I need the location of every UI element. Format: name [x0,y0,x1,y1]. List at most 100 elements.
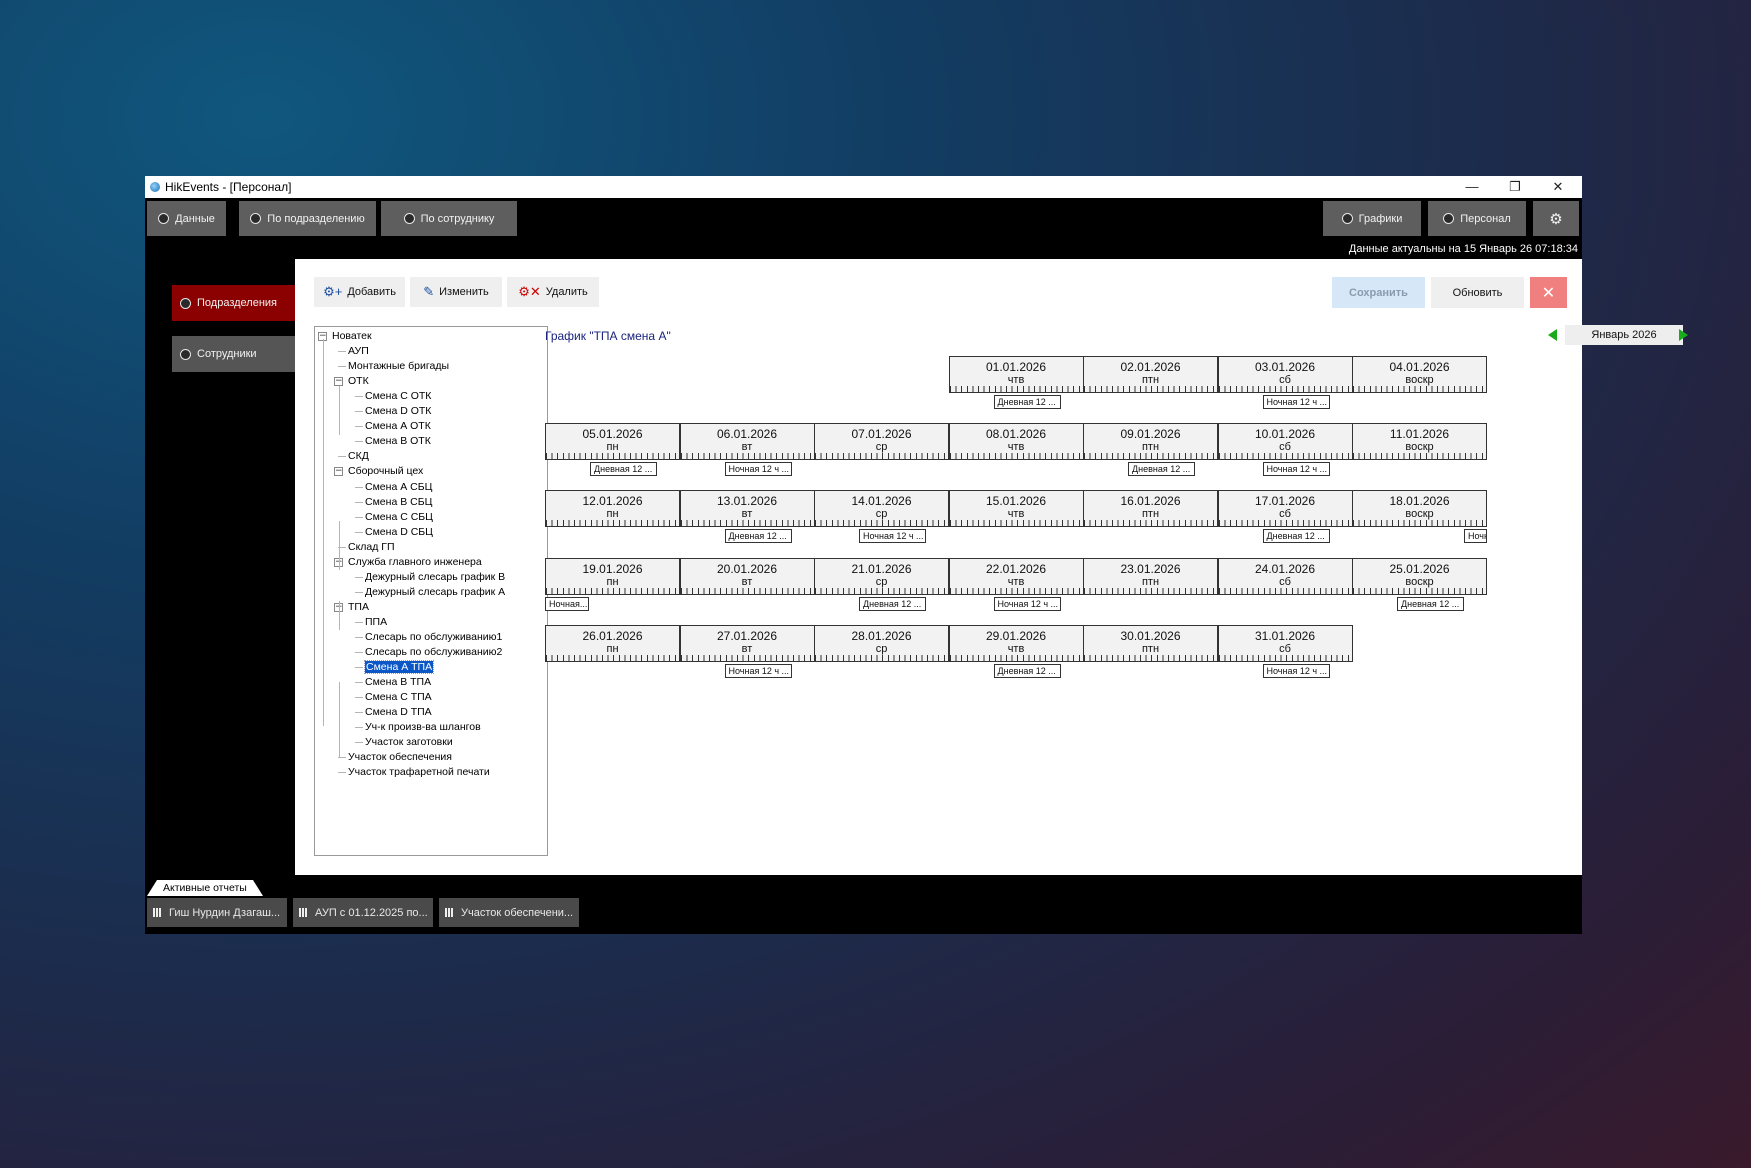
tree-item[interactable]: Смена В ОТК [365,434,431,449]
tree-item[interactable]: Монтажные бригады [348,359,449,374]
settings-button[interactable]: ⚙ [1533,201,1579,236]
day-shift-block[interactable]: Дневная 12 ... [724,529,792,544]
day-cell[interactable]: 27.01.2026 вт [679,624,815,662]
nav-schedules-button[interactable]: Графики [1323,201,1421,236]
day-cell[interactable]: 06.01.2026 вт [679,423,815,461]
tree-item[interactable]: Дежурный слесарь график В [365,570,505,585]
tree-item[interactable]: Смена D ОТК [365,404,431,419]
day-shift-block[interactable]: Дневная 12 ... [993,395,1061,409]
day-cell[interactable]: 21.01.2026 ср [814,557,949,595]
night-shift-block[interactable]: Ночная 12 ч ... [1262,395,1330,409]
add-button[interactable]: ⚙+ Добавить [314,277,405,307]
tree-item[interactable]: ТПА [348,600,369,615]
tree-item[interactable]: Смена С ОТК [365,389,431,404]
day-cell[interactable]: 09.01.2026 птн [1083,423,1218,461]
save-button[interactable]: Сохранить [1332,277,1425,308]
tree-item[interactable]: Смена А ОТК [365,419,431,434]
night-shift-block[interactable]: Ночная 12 ч ... [1262,663,1330,678]
tree-item[interactable]: АУП [348,344,369,359]
prev-month-icon[interactable] [1548,329,1557,341]
tree-item[interactable]: Уч-к произв-ва шлангов [365,720,481,735]
tree-item[interactable]: Служба главного инженера [348,555,482,570]
tree-item[interactable]: Новатек [332,329,372,344]
tree-item[interactable]: Смена А ТПА [363,660,435,675]
report-item[interactable]: АУП с 01.12.2025 по... [293,898,433,927]
tree-item[interactable]: Дежурный слесарь график А [365,585,505,600]
minimize-button[interactable]: — [1450,176,1494,198]
day-cell[interactable]: 16.01.2026 птн [1083,490,1218,528]
day-cell[interactable]: 02.01.2026 птн [1083,356,1218,393]
tree-item[interactable]: Смена А СБЦ [365,480,432,495]
day-cell[interactable]: 28.01.2026 ср [814,624,949,662]
night-shift-block[interactable]: Ночная... [545,596,589,611]
tree-item[interactable]: Смена В ТПА [365,675,431,690]
day-cell[interactable]: 14.01.2026 ср [814,490,949,528]
day-cell[interactable]: 25.01.2026 воскр [1352,557,1487,595]
tree-item[interactable]: Смена С ТПА [365,690,432,705]
day-cell[interactable]: 13.01.2026 вт [679,490,815,528]
tree-item[interactable]: Смена С СБЦ [365,510,433,525]
day-cell[interactable]: 05.01.2026 пн [545,423,680,461]
nav-personnel-button[interactable]: Персонал [1428,201,1526,236]
tree-item[interactable]: ППА [365,615,387,630]
day-shift-block[interactable]: Дневная 12 ... [859,596,926,611]
tree-item[interactable]: Слесарь по обслуживанию2 [365,645,502,660]
active-reports-tab[interactable]: Активные отчеты [147,880,263,896]
day-cell[interactable]: 07.01.2026 ср [814,423,949,461]
night-shift-block[interactable]: Ночная 12 ч ... [724,462,792,477]
tree-item[interactable]: Смена В СБЦ [365,495,432,510]
tree-item[interactable]: Участок заготовки [365,735,453,750]
day-shift-block[interactable]: Дневная 12 ... [1262,529,1330,544]
day-cell[interactable]: 24.01.2026 сб [1217,557,1353,595]
sidebar-item-departments[interactable]: Подразделения [172,285,295,321]
tree-item[interactable]: Участок трафаретной печати [348,765,490,780]
collapse-icon[interactable]: − [334,467,343,477]
day-shift-block[interactable]: Дневная 12 ... [1397,596,1464,611]
tree-item[interactable]: Склад ГП [348,540,395,555]
day-cell[interactable]: 19.01.2026 пн [545,557,680,595]
day-cell[interactable]: 23.01.2026 птн [1083,557,1218,595]
maximize-button[interactable]: ❐ [1493,176,1537,198]
day-cell[interactable]: 22.01.2026 чтв [948,557,1084,595]
tree-item[interactable]: Сборочный цех [348,464,423,479]
day-cell[interactable]: 29.01.2026 чтв [948,624,1084,662]
refresh-button[interactable]: Обновить [1431,277,1524,308]
night-shift-block[interactable]: Ночная 12 ч ... [1262,462,1330,477]
delete-button[interactable]: ⚙✕ Удалить [507,277,599,307]
day-cell[interactable]: 11.01.2026 воскр [1352,423,1487,461]
day-cell[interactable]: 18.01.2026 воскр [1352,490,1487,528]
day-cell[interactable]: 10.01.2026 сб [1217,423,1353,461]
day-cell[interactable]: 04.01.2026 воскр [1352,356,1487,393]
close-panel-button[interactable]: ✕ [1530,277,1567,308]
day-cell[interactable]: 30.01.2026 птн [1083,624,1218,662]
day-shift-block[interactable]: Дневная 12 ... [590,462,657,477]
tree-item[interactable]: Смена D ТПА [365,705,432,720]
collapse-icon[interactable]: − [334,377,343,387]
day-shift-block[interactable]: Дневная 12 ... [993,663,1061,678]
report-item[interactable]: Участок обеспечени... [439,898,579,927]
department-tree[interactable]: Новатек − АУП Монтажные бригады ОТК − Смена С … [314,326,548,856]
day-cell[interactable]: 15.01.2026 чтв [948,490,1084,528]
close-window-button[interactable]: ✕ [1536,176,1580,198]
night-shift-block[interactable]: Ночная 12 ч ... [993,596,1061,611]
day-cell[interactable]: 31.01.2026 сб [1217,624,1353,662]
nav-data-button[interactable]: Данные [147,201,226,236]
day-cell[interactable]: 08.01.2026 чтв [948,423,1084,461]
edit-button[interactable]: ✎ Изменить [410,277,502,307]
day-cell[interactable]: 12.01.2026 пн [545,490,680,528]
night-shift-block[interactable]: Ночная 12 ч ... [724,663,792,678]
night-shift-block[interactable]: Ночн [1464,529,1487,544]
nav-by-employee-button[interactable]: По сотруднику [381,201,517,236]
nav-by-department-button[interactable]: По подразделению [239,201,376,236]
next-month-icon[interactable] [1679,329,1688,341]
tree-item[interactable]: ОТК [348,374,369,389]
day-shift-block[interactable]: Дневная 12 ... [1128,462,1195,477]
night-shift-block[interactable]: Ночная 12 ч ... [859,529,926,544]
tree-item[interactable]: Участок обеспечения [348,750,452,765]
sidebar-item-employees[interactable]: Сотрудники [172,336,295,372]
tree-item[interactable]: СКД [348,449,369,464]
tree-item[interactable]: Смена D СБЦ [365,525,433,540]
day-cell[interactable]: 26.01.2026 пн [545,624,680,662]
day-cell[interactable]: 17.01.2026 сб [1217,490,1353,528]
day-cell[interactable]: 20.01.2026 вт [679,557,815,595]
